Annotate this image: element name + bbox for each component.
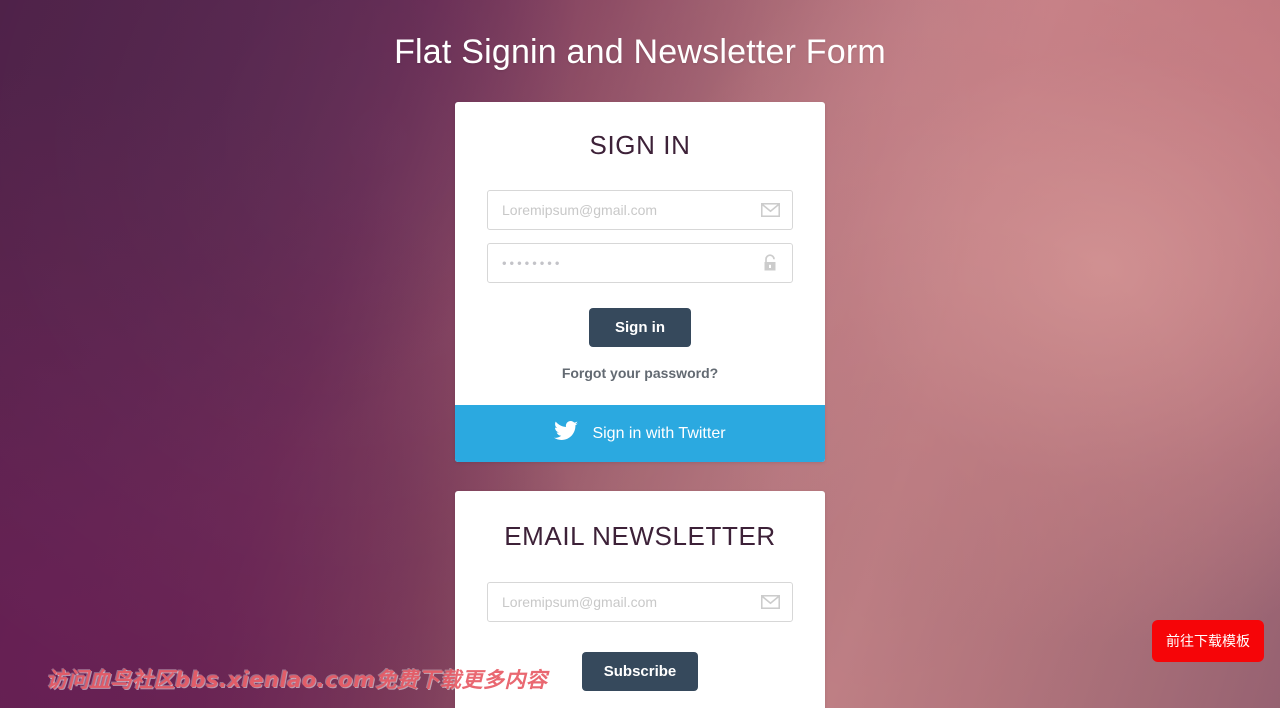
- signin-submit-button[interactable]: Sign in: [589, 308, 691, 347]
- form-stack: SIGN IN ••••••••: [455, 72, 825, 708]
- newsletter-email-input[interactable]: [487, 582, 793, 622]
- download-template-button[interactable]: 前往下载模板: [1152, 620, 1264, 662]
- signin-card-body: SIGN IN ••••••••: [455, 102, 825, 405]
- twitter-signin-label: Sign in with Twitter: [592, 424, 726, 442]
- newsletter-heading: EMAIL NEWSLETTER: [504, 521, 776, 551]
- newsletter-email-field: [487, 582, 793, 622]
- signin-card: SIGN IN ••••••••: [455, 102, 825, 462]
- signin-email-field: [487, 190, 793, 230]
- signin-password-field: ••••••••: [487, 243, 793, 283]
- site-watermark: 访问血鸟社区bbs.xienlao.com免费下载更多内容: [46, 668, 548, 692]
- forgot-password-link[interactable]: Forgot your password?: [487, 365, 793, 381]
- signin-password-input[interactable]: [487, 243, 793, 283]
- signin-heading: SIGN IN: [589, 130, 691, 160]
- page-title: Flat Signin and Newsletter Form: [394, 33, 886, 71]
- twitter-bird-icon: [554, 421, 579, 446]
- twitter-signin-button[interactable]: Sign in with Twitter: [455, 405, 825, 462]
- signin-email-input[interactable]: [487, 190, 793, 230]
- newsletter-subscribe-button[interactable]: Subscribe: [581, 652, 699, 691]
